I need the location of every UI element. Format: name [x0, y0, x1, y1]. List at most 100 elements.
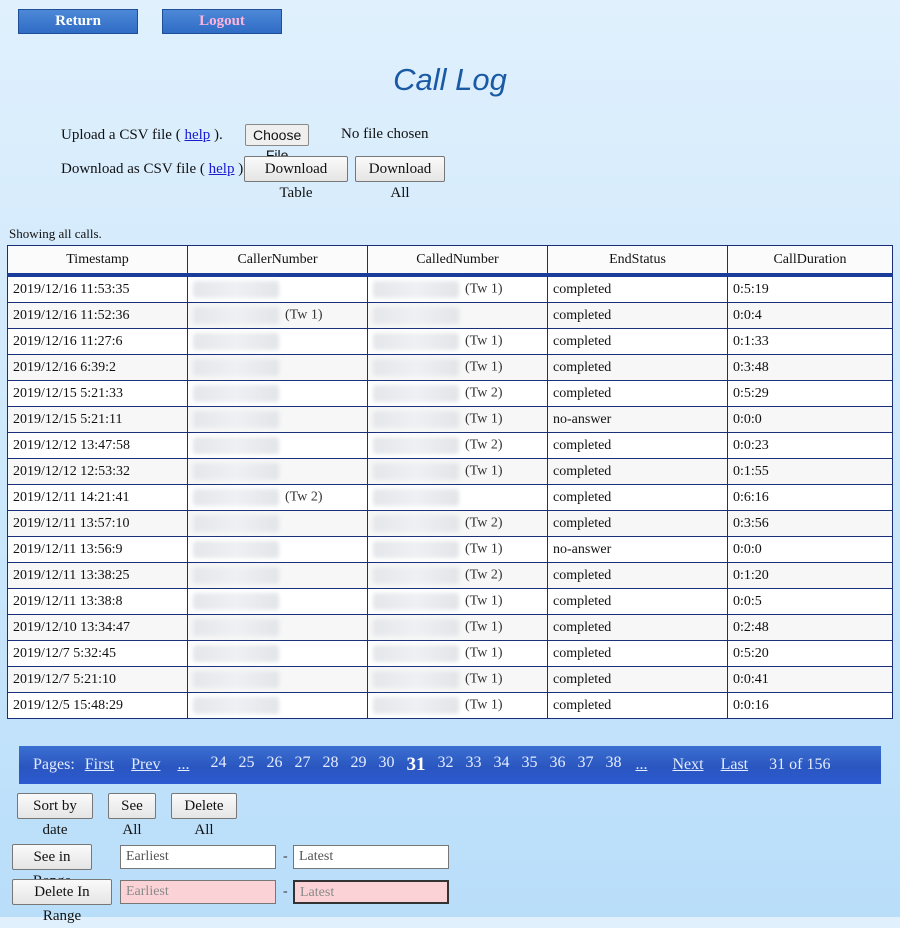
redacted-number [193, 567, 279, 584]
twilio-tag: (Tw 2) [465, 385, 503, 401]
cell-called-number: (Tw 1) [367, 640, 548, 667]
pager-page-link[interactable]: 35 [521, 754, 537, 776]
file-status: No file chosen [341, 126, 429, 142]
delete-in-range-button[interactable]: Delete In Range [12, 879, 112, 924]
pager-ellipsis-right[interactable]: ... [635, 756, 647, 774]
cell-end-status: completed [547, 458, 728, 485]
cell-end-status: no-answer [547, 536, 728, 563]
pager-page-link[interactable]: 32 [437, 754, 453, 776]
redacted-number [193, 697, 279, 714]
pager-page-link[interactable]: 25 [238, 754, 254, 776]
redacted-number [193, 541, 279, 558]
cell-call-duration: 0:0:0 [727, 406, 893, 433]
header-called-number[interactable]: CalledNumber [367, 245, 548, 277]
pager-prev[interactable]: Prev [131, 756, 160, 774]
cell-called-number: (Tw 1) [367, 588, 548, 615]
pager-last[interactable]: Last [721, 756, 749, 774]
cell-timestamp: 2019/12/16 11:52:36 [7, 302, 188, 329]
header-call-duration[interactable]: CallDuration [727, 245, 893, 277]
twilio-tag: (Tw 1) [465, 463, 503, 479]
pager-count: 31 of 156 [769, 756, 831, 773]
redacted-number [373, 515, 459, 532]
redacted-number [193, 359, 279, 376]
cell-call-duration: 0:1:20 [727, 562, 893, 589]
see-range-separator: - [283, 849, 288, 864]
pager-current-page[interactable]: 31 [406, 754, 425, 776]
redacted-number [193, 281, 279, 298]
download-table-button[interactable]: Download Table [244, 156, 348, 201]
cell-call-duration: 0:3:48 [727, 354, 893, 381]
cell-end-status: completed [547, 354, 728, 381]
twilio-tag: (Tw 2) [285, 489, 323, 505]
table-row: 2019/12/7 5:21:10 (Tw 1) completed 0:0:41 [7, 666, 893, 693]
redacted-number [373, 697, 459, 714]
see-in-range-button[interactable]: See in Range [12, 844, 92, 889]
cell-called-number: (Tw 1) [367, 614, 548, 641]
pager-page-link[interactable]: 26 [266, 754, 282, 776]
see-range-earliest-input[interactable]: Earliest [120, 845, 276, 869]
table-row: 2019/12/12 12:53:32 (Tw 1) completed 0:1:55 [7, 458, 893, 485]
redacted-number [373, 463, 459, 480]
cell-caller-number [187, 432, 368, 459]
header-timestamp[interactable]: Timestamp [7, 245, 188, 277]
cell-caller-number: (Tw 2) [187, 484, 368, 511]
cell-end-status: completed [547, 484, 728, 511]
choose-file-button[interactable]: Choose File [245, 124, 310, 163]
see-all-button[interactable]: See All [108, 793, 156, 838]
upload-text: Upload a CSV file ( [61, 126, 181, 143]
cell-end-status: completed [547, 666, 728, 693]
cell-timestamp: 2019/12/16 11:27:6 [7, 328, 188, 355]
cell-end-status: completed [547, 380, 728, 407]
pager-page-link[interactable]: 34 [493, 754, 509, 776]
delete-all-button[interactable]: Delete All [171, 793, 237, 838]
pager-ellipsis-left[interactable]: ... [177, 756, 189, 774]
table-row: 2019/12/5 15:48:29 (Tw 1) completed 0:0:16 [7, 692, 893, 719]
download-help-link[interactable]: help [209, 161, 235, 178]
pager-page-link[interactable]: 36 [549, 754, 565, 776]
pager-page-link[interactable]: 37 [577, 754, 593, 776]
cell-caller-number [187, 692, 368, 719]
cell-call-duration: 0:3:56 [727, 510, 893, 537]
twilio-tag: (Tw 2) [465, 567, 503, 583]
table-row: 2019/12/16 11:27:6 (Tw 1) completed 0:1:33 [7, 328, 893, 355]
header-caller-number[interactable]: CallerNumber [187, 245, 368, 277]
sort-by-date-button[interactable]: Sort by date [17, 793, 93, 838]
redacted-number [193, 671, 279, 688]
redacted-number [373, 359, 459, 376]
cell-timestamp: 2019/12/11 13:38:8 [7, 588, 188, 615]
pager-page-link[interactable]: 30 [378, 754, 394, 776]
cell-called-number: (Tw 1) [367, 328, 548, 355]
cell-end-status: completed [547, 692, 728, 719]
cell-timestamp: 2019/12/12 13:47:58 [7, 432, 188, 459]
download-all-button[interactable]: Download All [355, 156, 445, 201]
return-button[interactable]: Return [18, 9, 138, 34]
redacted-number [373, 541, 459, 558]
cell-caller-number: (Tw 1) [187, 302, 368, 329]
delete-range-earliest-input[interactable]: Earliest [120, 880, 276, 904]
pager-page-link[interactable]: 27 [294, 754, 310, 776]
pager-page-link[interactable]: 38 [605, 754, 621, 776]
logout-button[interactable]: Logout [162, 9, 282, 34]
twilio-tag: (Tw 2) [465, 437, 503, 453]
cell-caller-number [187, 510, 368, 537]
cell-call-duration: 0:0:4 [727, 302, 893, 329]
download-row: Download as CSV file ( help ). Download … [61, 156, 445, 201]
see-range-latest-input[interactable]: Latest [293, 845, 449, 869]
redacted-number [193, 463, 279, 480]
redacted-number [193, 619, 279, 636]
pager-next[interactable]: Next [672, 756, 703, 774]
cell-call-duration: 0:2:48 [727, 614, 893, 641]
cell-called-number: (Tw 1) [367, 274, 548, 303]
pager-page-link[interactable]: 28 [322, 754, 338, 776]
redacted-number [193, 411, 279, 428]
upload-help-link[interactable]: help [184, 127, 210, 144]
delete-range-latest-input[interactable]: Latest [293, 880, 449, 904]
pager-page-link[interactable]: 29 [350, 754, 366, 776]
header-end-status[interactable]: EndStatus [547, 245, 728, 277]
redacted-number [373, 645, 459, 662]
pager-page-link[interactable]: 33 [465, 754, 481, 776]
cell-end-status: no-answer [547, 406, 728, 433]
pager-first[interactable]: First [85, 756, 114, 774]
redacted-number [373, 411, 459, 428]
pager-page-link[interactable]: 24 [210, 754, 226, 776]
